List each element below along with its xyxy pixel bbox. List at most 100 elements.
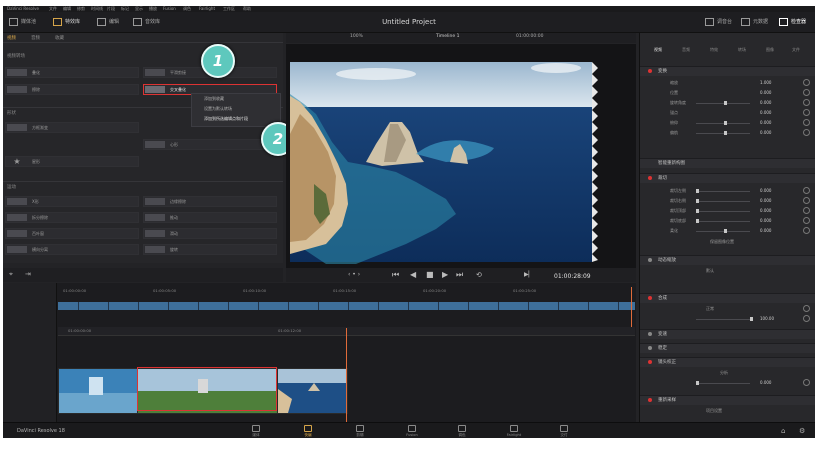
section-resample[interactable]: 重新采样 bbox=[640, 395, 815, 405]
insp-tab-audio[interactable]: 音频 bbox=[682, 47, 690, 53]
menu-set-default-transition[interactable]: 设置为默认转场 bbox=[204, 106, 232, 112]
play-button[interactable]: ▶ bbox=[442, 270, 448, 280]
row-dz-mode[interactable]: 默认 bbox=[640, 267, 815, 275]
section-video-transition: 视频转场 bbox=[7, 54, 25, 59]
tab-favorites[interactable]: 收藏 bbox=[55, 35, 64, 41]
insp-tab-video[interactable]: 视频 bbox=[654, 47, 662, 53]
menu-add-favorite[interactable]: 添加到收藏 bbox=[204, 96, 224, 102]
section-lens-correction[interactable]: 镜头校正 bbox=[640, 357, 815, 367]
selection-tool-icon[interactable]: ⌖ bbox=[9, 270, 13, 279]
row-softness[interactable]: 柔化 0.000 bbox=[640, 227, 815, 235]
page-edit[interactable]: 剪辑 bbox=[347, 425, 373, 438]
mixer-icon bbox=[705, 17, 714, 26]
transition-item[interactable]: 叠化 bbox=[5, 67, 139, 78]
mini-ruler-tc: 01:00:25:00 bbox=[513, 288, 537, 293]
timeline-toolbar: ⌖ ⇥ bbox=[3, 268, 283, 282]
resolve-window: DaVinci Resolve 文件 编辑 修剪 时间线 片段 标记 显示 播放… bbox=[3, 6, 815, 438]
insp-tab-effects[interactable]: 特效 bbox=[710, 47, 718, 53]
row-opacity[interactable]: 100.00 bbox=[640, 315, 815, 323]
page-fusion[interactable]: Fusion bbox=[399, 425, 425, 437]
clip-thumbnail bbox=[59, 369, 138, 413]
section-composite[interactable]: 合成 bbox=[640, 293, 815, 303]
mini-playhead[interactable] bbox=[631, 287, 632, 327]
insp-tab-file[interactable]: 文件 bbox=[792, 47, 800, 53]
motion-item[interactable]: 滑动 bbox=[143, 228, 277, 239]
mini-ruler-tc: 01:00:05:00 bbox=[153, 288, 177, 293]
fairlight-page-icon bbox=[510, 425, 518, 432]
shape-item[interactable]: ★ 星形 bbox=[5, 156, 139, 167]
mixer-button[interactable]: 调音台 bbox=[705, 16, 732, 28]
home-icon[interactable]: ⌂ bbox=[781, 427, 785, 435]
row-pitch[interactable]: 俯仰 0.000 bbox=[640, 119, 815, 127]
page-cut[interactable]: 快编 bbox=[295, 425, 321, 438]
inspector-icon bbox=[779, 17, 788, 26]
tab-video[interactable]: 视频 bbox=[7, 35, 16, 41]
fusion-page-icon bbox=[408, 425, 416, 432]
row-crop-left[interactable]: 裁切左侧 0.000 bbox=[640, 187, 815, 195]
row-zoom[interactable]: 缩放 1.000 bbox=[640, 79, 815, 87]
insp-tab-image[interactable]: 图像 bbox=[766, 47, 774, 53]
transport-controls: ‹ • › ⏮ ◀ ■ ▶ ⏭ ⟲ ▶▏ 01:00:28:09 bbox=[286, 268, 636, 282]
mini-ruler-tc: 01:00:15:00 bbox=[333, 288, 357, 293]
color-page-icon bbox=[458, 425, 466, 432]
motion-item[interactable]: 百叶窗 bbox=[5, 228, 139, 239]
motion-item[interactable]: 拆分擦除 bbox=[5, 212, 139, 223]
page-media[interactable]: 媒体 bbox=[243, 425, 269, 438]
mini-timeline-track[interactable] bbox=[58, 302, 635, 310]
page-navigation-bar: DaVinci Resolve 18 媒体 快编 剪辑 Fusion 调色 Fa… bbox=[3, 422, 815, 438]
motion-item[interactable]: 横向分离 bbox=[5, 244, 139, 255]
loop-button[interactable]: ⟲ bbox=[476, 270, 482, 280]
inspector-panel: 视频 音频 特效 转场 图像 文件 变换 缩放 1.000 位置 0.000 旋转角… bbox=[639, 33, 815, 422]
tab-audio[interactable]: 音频 bbox=[31, 35, 40, 41]
skip-end-button[interactable]: ⏭ bbox=[456, 270, 463, 280]
row-rotation[interactable]: 旋转角度 0.000 bbox=[640, 99, 815, 107]
section-speed-change[interactable]: 变速 bbox=[640, 329, 815, 339]
page-fairlight[interactable]: Fairlight bbox=[501, 425, 527, 437]
playhead[interactable] bbox=[346, 328, 347, 422]
in-out-button[interactable]: ▶▏ bbox=[524, 270, 533, 280]
row-retain-image[interactable]: 保留图像位置 bbox=[640, 238, 815, 246]
inspector-button[interactable]: 检查器 bbox=[779, 16, 806, 28]
row-resample-value[interactable]: 项目设置 bbox=[640, 407, 815, 415]
stop-button[interactable]: ■ bbox=[426, 270, 434, 280]
menu-add-to-selected[interactable]: 添加到所选编辑点和片段 bbox=[204, 116, 248, 122]
shape-item[interactable]: 心形 bbox=[143, 139, 277, 150]
section-transform[interactable]: 变换 bbox=[640, 66, 815, 76]
row-crop-top[interactable]: 裁切顶部 0.000 bbox=[640, 207, 815, 215]
section-stabilization[interactable]: 稳定 bbox=[640, 343, 815, 353]
deliver-page-icon bbox=[560, 425, 568, 432]
row-yaw[interactable]: 偏航 0.000 bbox=[640, 129, 815, 137]
timeline-name[interactable]: Timeline 1 bbox=[436, 34, 459, 39]
skip-start-button[interactable]: ⏮ bbox=[392, 270, 399, 280]
page-deliver[interactable]: 交付 bbox=[551, 425, 577, 438]
row-lens-analyze[interactable]: 分析 bbox=[640, 369, 815, 377]
section-dynamic-zoom[interactable]: 动态缩放 bbox=[640, 255, 815, 265]
clip-1[interactable] bbox=[58, 368, 139, 414]
row-composite-mode[interactable]: 正常 bbox=[640, 305, 815, 313]
transition-item[interactable]: 擦除 bbox=[5, 84, 139, 95]
clip-3[interactable] bbox=[277, 368, 348, 414]
row-anchor[interactable]: 锚点 0.000 bbox=[640, 109, 815, 117]
metadata-button[interactable]: 元数据 bbox=[741, 16, 768, 28]
row-crop-right[interactable]: 裁切右侧 0.000 bbox=[640, 197, 815, 205]
row-crop-bottom[interactable]: 裁切底部 0.000 bbox=[640, 217, 815, 225]
motion-item[interactable]: 边缘擦除 bbox=[143, 196, 277, 207]
row-lens-distortion[interactable]: 0.000 bbox=[640, 379, 815, 387]
insp-tab-transition[interactable]: 转场 bbox=[738, 47, 746, 53]
gear-icon[interactable]: ⚙ bbox=[799, 427, 805, 435]
mini-ruler-tc: 01:00:20:00 bbox=[423, 288, 447, 293]
row-position[interactable]: 位置 0.000 bbox=[640, 89, 815, 97]
viewer[interactable] bbox=[286, 44, 636, 268]
motion-item[interactable]: 旋转 bbox=[143, 244, 277, 255]
zoom-level[interactable]: 100% bbox=[350, 34, 363, 39]
shape-item[interactable]: 方框渐变 bbox=[5, 122, 139, 133]
motion-item[interactable]: 推动 bbox=[143, 212, 277, 223]
prev-frame-button[interactable]: ◀ bbox=[410, 270, 416, 280]
motion-item[interactable]: X形 bbox=[5, 196, 139, 207]
section-smart-reframe[interactable]: 智能重新构图 bbox=[640, 158, 815, 168]
section-crop[interactable]: 裁切 bbox=[640, 173, 815, 183]
trim-tool-icon[interactable]: ⇥ bbox=[25, 270, 31, 278]
track-headers bbox=[3, 283, 57, 422]
clip-thumbnail bbox=[278, 369, 347, 413]
page-color[interactable]: 调色 bbox=[449, 425, 475, 438]
